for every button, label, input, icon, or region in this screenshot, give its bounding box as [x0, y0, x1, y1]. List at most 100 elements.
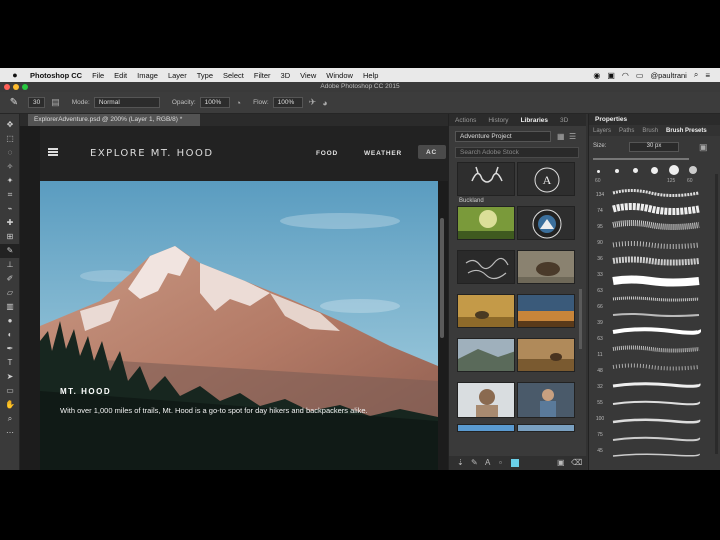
menu-help[interactable]: Help [363, 71, 378, 80]
patch-tool-icon[interactable]: ⊞ [0, 230, 20, 244]
menu-window[interactable]: Window [326, 71, 353, 80]
nav-weather[interactable]: WEATHER [364, 150, 402, 157]
tab-brush-presets[interactable]: Brush Presets [662, 128, 711, 134]
add-content-icon[interactable]: ⇣ [457, 458, 464, 467]
camera-icon[interactable]: ◉ [593, 71, 600, 80]
document-tab[interactable]: ExplorerAdventure.psd @ 200% (Layer 1, R… [28, 114, 200, 126]
brush-stroke-preset[interactable] [611, 448, 701, 462]
menu-filter[interactable]: Filter [254, 71, 271, 80]
tab-history[interactable]: History [482, 117, 514, 124]
menu-type[interactable]: Type [197, 71, 213, 80]
library-item-partial-2[interactable] [517, 424, 575, 432]
mode-select[interactable]: Normal [93, 97, 160, 108]
search-icon[interactable]: ⌕ [694, 70, 698, 80]
tab-layers[interactable]: Layers [589, 128, 615, 134]
blur-tool-icon[interactable]: ● [0, 314, 20, 328]
brush-scrollbar[interactable] [715, 174, 718, 454]
brush-tip[interactable] [615, 169, 619, 173]
grid-view-icon[interactable]: ▦ [557, 132, 565, 141]
library-item-partial[interactable] [457, 424, 515, 432]
size-slider[interactable] [593, 158, 689, 160]
stock-search-input[interactable]: Search Adobe Stock [455, 147, 579, 158]
tab-3d[interactable]: 3D [554, 117, 574, 124]
brush-tool-icon[interactable]: ✎ [8, 97, 20, 108]
apple-icon[interactable]: ● [10, 70, 20, 80]
more-tools-icon[interactable]: ⋯ [0, 426, 20, 440]
brush-tip[interactable] [633, 168, 638, 173]
healing-tool-icon[interactable]: ✚ [0, 216, 20, 230]
avatar-icon[interactable]: ▣ [607, 71, 615, 80]
brush-panel-icon[interactable]: ▣ [699, 142, 708, 153]
menu-image[interactable]: Image [137, 71, 158, 80]
menu-layer[interactable]: Layer [168, 71, 187, 80]
brush-stroke-preset[interactable] [611, 202, 701, 216]
library-item-portrait[interactable] [457, 382, 515, 418]
color-swatch[interactable] [511, 459, 519, 467]
brush-stroke-preset[interactable] [611, 218, 701, 232]
brush-tool-icon[interactable]: ✎ [0, 244, 20, 258]
library-item-lettering[interactable] [457, 250, 515, 284]
add-color-icon[interactable]: ▫ [499, 458, 502, 467]
menu-select[interactable]: Select [223, 71, 244, 80]
nav-active-item[interactable]: AC [418, 145, 446, 159]
canvas-scrollbar[interactable] [440, 218, 444, 338]
brush-stroke-preset[interactable] [611, 254, 701, 268]
move-tool-icon[interactable]: ✥ [0, 118, 20, 132]
brush-stroke-preset[interactable] [611, 378, 701, 392]
library-select[interactable]: Adventure Project [455, 131, 551, 142]
dodge-tool-icon[interactable]: ◐ [0, 328, 20, 342]
menu-file[interactable]: File [92, 71, 104, 80]
screen-share-icon[interactable]: ▭ [636, 71, 644, 80]
libraries-scrollbar[interactable] [579, 289, 582, 349]
brush-stroke-preset[interactable] [611, 414, 701, 428]
airbrush-icon[interactable]: ✈ [309, 97, 317, 108]
history-brush-tool-icon[interactable]: ✐ [0, 272, 20, 286]
brush-tip[interactable] [597, 170, 600, 173]
list-view-icon[interactable]: ☰ [569, 132, 576, 141]
opacity-input[interactable]: 100% [199, 97, 230, 108]
menu-app-name[interactable]: Photoshop CC [30, 71, 82, 80]
pressure-opacity-icon[interactable]: ◔ [236, 98, 241, 108]
menu-3d[interactable]: 3D [281, 71, 291, 80]
menu-edit[interactable]: Edit [114, 71, 127, 80]
canvas[interactable]: EXPLORE MT. HOOD FOOD WEATHER AC MT. HOO… [20, 126, 448, 470]
brush-stroke-preset[interactable] [611, 274, 701, 288]
wifi-icon[interactable]: ◠ [622, 71, 629, 80]
brush-tip[interactable] [651, 167, 658, 174]
hand-tool-icon[interactable]: ✋ [0, 398, 20, 412]
brush-stroke-preset[interactable] [611, 324, 701, 338]
clone-stamp-tool-icon[interactable]: ⊥ [0, 258, 20, 272]
tab-paths[interactable]: Paths [615, 128, 638, 134]
add-text-icon[interactable]: A [485, 458, 490, 467]
brush-stroke-preset[interactable] [611, 308, 701, 322]
library-item-sunset[interactable] [517, 294, 575, 328]
library-item-hiker[interactable] [517, 382, 575, 418]
pressure-size-icon[interactable]: ◕ [322, 98, 327, 108]
library-item-emblem[interactable] [517, 206, 575, 240]
brush-tip[interactable] [669, 165, 679, 175]
size-value[interactable]: 30 px [629, 142, 679, 152]
gradient-tool-icon[interactable]: ▥ [0, 300, 20, 314]
library-item-valley[interactable] [457, 338, 515, 372]
add-graphic-icon[interactable]: ✎ [471, 458, 478, 467]
library-item-deer[interactable] [517, 338, 575, 372]
brush-stroke-preset[interactable] [611, 396, 701, 410]
library-item-sunlight[interactable] [457, 206, 515, 240]
marquee-tool-icon[interactable]: ⬚ [0, 132, 20, 146]
library-item-bear[interactable] [517, 250, 575, 284]
brush-stroke-preset[interactable] [611, 360, 701, 374]
brush-stroke-preset[interactable] [611, 432, 701, 446]
eraser-tool-icon[interactable]: ▱ [0, 286, 20, 300]
library-item-badge[interactable]: A [517, 162, 575, 196]
tab-brush[interactable]: Brush [638, 128, 662, 134]
brush-panel-toggle-icon[interactable]: ▤ [51, 97, 60, 108]
tab-actions[interactable]: Actions [449, 117, 482, 124]
zoom-tool-icon[interactable]: ⌕ [0, 412, 20, 426]
library-item-elk[interactable] [457, 294, 515, 328]
crop-tool-icon[interactable]: ⌗ [0, 188, 20, 202]
stock-icon[interactable]: ▣ [557, 458, 565, 467]
nav-food[interactable]: FOOD [316, 150, 338, 157]
brush-stroke-preset[interactable] [611, 238, 701, 252]
menu-view[interactable]: View [300, 71, 316, 80]
flow-input[interactable]: 100% [272, 97, 303, 108]
